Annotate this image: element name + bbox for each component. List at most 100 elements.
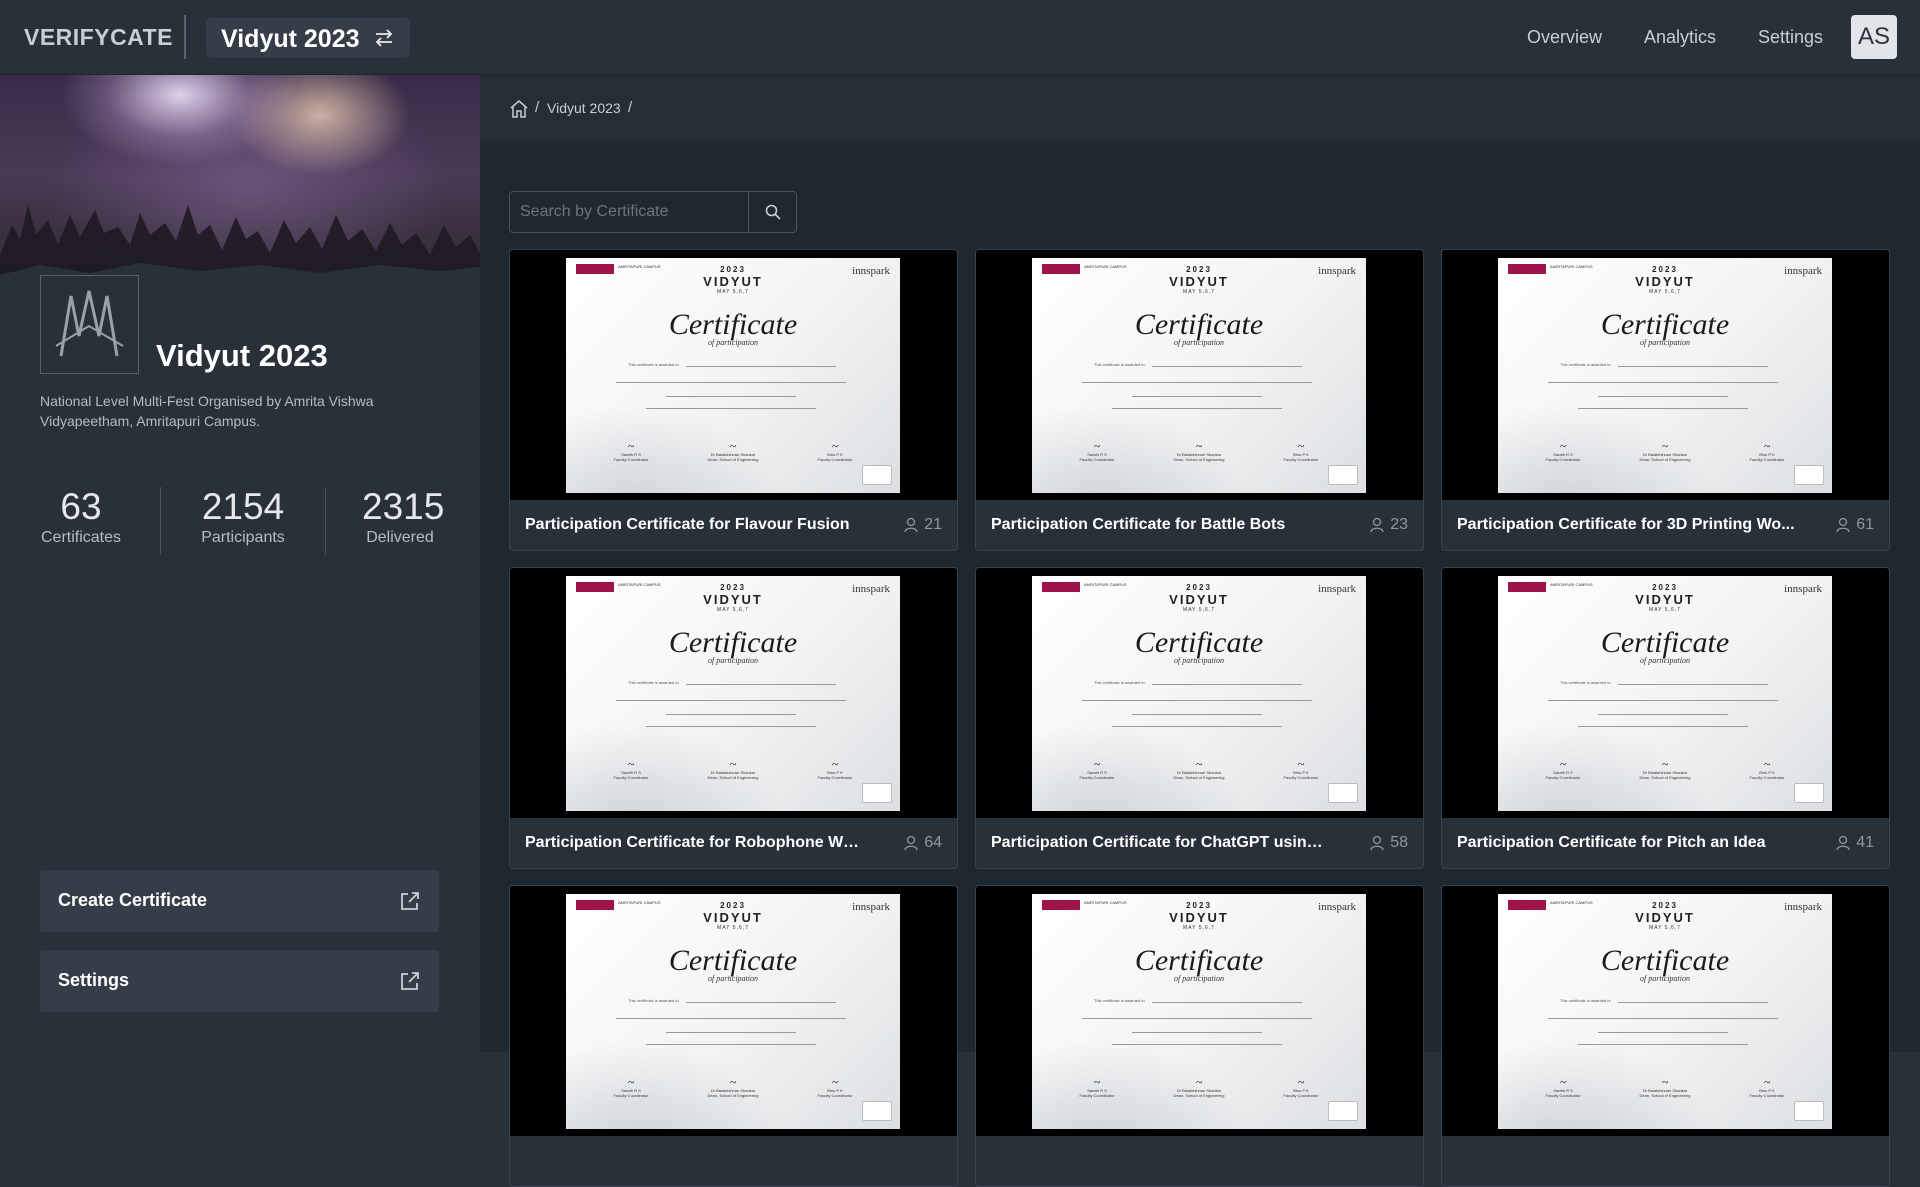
signatory-role: Faculty Coordinator xyxy=(1545,1093,1581,1098)
certificate-thumbnail: AMRITAPURI CAMPUS innspark 2023 VIDYUT M… xyxy=(976,568,1423,818)
event-sidebar: Vidyut 2023 National Level Multi-Fest Or… xyxy=(0,75,480,1052)
certificate-title: Participation Certificate for 3D Printin… xyxy=(1457,516,1795,533)
signatory-role: Dean, School of Engineering xyxy=(1639,457,1691,462)
external-link-icon xyxy=(401,972,419,990)
certificate-card[interactable]: AMRITAPURI CAMPUS innspark 2023 VIDYUT M… xyxy=(975,885,1424,1187)
stat-value: 2154 xyxy=(201,486,285,527)
certificate-subheading: of participation xyxy=(1174,338,1224,347)
certificate-thumbnail: AMRITAPURI CAMPUS innspark 2023 VIDYUT M… xyxy=(976,250,1423,500)
certificate-subheading: of participation xyxy=(1640,974,1690,983)
event-logo xyxy=(40,275,139,374)
certificate-title: Participation Certificate for ChatGPT us… xyxy=(991,834,1331,851)
signatory-role: Faculty Coordinator xyxy=(613,775,649,780)
participant-count: 21 xyxy=(904,516,942,534)
home-icon[interactable] xyxy=(509,99,529,119)
participant-count: 61 xyxy=(1836,516,1874,534)
signature: ~ Dr Balakrishnan Shankar Dean, School o… xyxy=(703,758,763,780)
signatory-role: Faculty Coordinator xyxy=(1545,775,1581,780)
signature: ~ Dr Balakrishnan Shankar Dean, School o… xyxy=(1169,758,1229,780)
signatory-role: Faculty Coordinator xyxy=(1749,457,1785,462)
certificate-card[interactable]: AMRITAPURI CAMPUS innspark 2023 VIDYUT M… xyxy=(509,567,958,869)
signature: ~ Sarath R S Faculty Coordinator xyxy=(1067,758,1127,780)
certificate-preview: AMRITAPURI CAMPUS innspark 2023 VIDYUT M… xyxy=(566,576,900,811)
brand-logo[interactable]: VERIFYCATE xyxy=(24,24,173,51)
certificate-card[interactable]: AMRITAPURI CAMPUS innspark 2023 VIDYUT M… xyxy=(975,249,1424,551)
certificate-dates: MAY 5,6,7 xyxy=(1183,607,1215,613)
stat-delivered: 2315 Delivered xyxy=(362,487,444,547)
name-line xyxy=(1152,366,1302,367)
certificate-heading: Certificate xyxy=(1600,626,1730,659)
certificate-heading: Certificate xyxy=(1134,944,1264,977)
nav-analytics[interactable]: Analytics xyxy=(1644,27,1716,48)
create-certificate-button[interactable]: Create Certificate xyxy=(40,870,439,932)
user-icon xyxy=(1836,835,1850,851)
text-line xyxy=(666,1032,796,1033)
signature: ~ Binu P K Faculty Coordinator xyxy=(805,1076,865,1098)
signatory-role: Dean, School of Engineering xyxy=(707,457,759,462)
certificate-subheading: of participation xyxy=(1640,656,1690,665)
certificate-title: Participation Certificate for Flavour Fu… xyxy=(525,516,850,533)
awarded-text: This certificate is awarded to xyxy=(1094,680,1145,685)
signatory-role: Faculty Coordinator xyxy=(1079,775,1115,780)
certificate-year: 2023 xyxy=(1186,583,1212,592)
nav-settings[interactable]: Settings xyxy=(1758,27,1823,48)
text-line xyxy=(1548,700,1778,701)
certificate-card[interactable]: AMRITAPURI CAMPUS innspark 2023 VIDYUT M… xyxy=(509,249,958,551)
certificate-dates: MAY 5,6,7 xyxy=(1649,925,1681,931)
certificate-event: VIDYUT xyxy=(1169,274,1229,289)
create-certificate-label: Create Certificate xyxy=(58,890,208,910)
signature: ~ Dr Balakrishnan Shankar Dean, School o… xyxy=(1169,1076,1229,1098)
user-icon xyxy=(1370,517,1384,533)
main-content: / Vidyut 2023 / AMRITAPURI CAMPUS innspa… xyxy=(480,75,1920,1187)
text-line xyxy=(1548,1018,1778,1019)
certificate-card[interactable]: AMRITAPURI CAMPUS innspark 2023 VIDYUT M… xyxy=(1441,567,1890,869)
certificate-event: VIDYUT xyxy=(703,274,763,289)
name-line xyxy=(1618,684,1768,685)
certificate-heading: Certificate xyxy=(668,308,798,341)
signatory-role: Dean, School of Engineering xyxy=(1639,1093,1691,1098)
certificate-preview: AMRITAPURI CAMPUS innspark 2023 VIDYUT M… xyxy=(1498,258,1832,493)
event-cover-image xyxy=(0,75,480,300)
certificate-event: VIDYUT xyxy=(1635,274,1695,289)
breadcrumb-separator: / xyxy=(535,99,540,116)
certificate-year: 2023 xyxy=(1186,901,1212,910)
search-button[interactable] xyxy=(748,192,797,232)
awarded-text: This certificate is awarded to xyxy=(628,680,679,685)
certificate-year: 2023 xyxy=(720,265,746,274)
signatory-role: Faculty Coordinator xyxy=(613,1093,649,1098)
search-input[interactable] xyxy=(510,192,748,232)
certificate-preview: AMRITAPURI CAMPUS innspark 2023 VIDYUT M… xyxy=(566,258,900,493)
certificate-card[interactable]: AMRITAPURI CAMPUS innspark 2023 VIDYUT M… xyxy=(975,567,1424,869)
text-line xyxy=(646,726,816,727)
text-line xyxy=(646,1044,816,1045)
certificate-subheading: of participation xyxy=(1174,974,1224,983)
certificate-thumbnail: AMRITAPURI CAMPUS innspark 2023 VIDYUT M… xyxy=(976,886,1423,1136)
certificate-card[interactable]: AMRITAPURI CAMPUS innspark 2023 VIDYUT M… xyxy=(1441,249,1890,551)
breadcrumb: / Vidyut 2023 / xyxy=(480,75,1920,143)
certificate-thumbnail: AMRITAPURI CAMPUS innspark 2023 VIDYUT M… xyxy=(1442,250,1889,500)
certificate-event: VIDYUT xyxy=(703,910,763,925)
event-switcher[interactable]: Vidyut 2023 xyxy=(206,18,410,58)
certificate-card[interactable]: AMRITAPURI CAMPUS innspark 2023 VIDYUT M… xyxy=(1441,885,1890,1187)
nav-overview[interactable]: Overview xyxy=(1527,27,1602,48)
certificate-dates: MAY 5,6,7 xyxy=(1649,607,1681,613)
certificate-heading: Certificate xyxy=(668,944,798,977)
text-line xyxy=(1132,714,1262,715)
certificate-card[interactable]: AMRITAPURI CAMPUS innspark 2023 VIDYUT M… xyxy=(509,885,958,1187)
signature: ~ Sarath R S Faculty Coordinator xyxy=(601,440,661,462)
text-line xyxy=(1082,1018,1312,1019)
text-line xyxy=(1578,726,1748,727)
awarded-text: This certificate is awarded to xyxy=(1560,362,1611,367)
certificate-preview: AMRITAPURI CAMPUS innspark 2023 VIDYUT M… xyxy=(1032,258,1366,493)
badge-logo xyxy=(1794,1101,1824,1121)
name-line xyxy=(1152,1002,1302,1003)
signature: ~ Dr Balakrishnan Shankar Dean, School o… xyxy=(1635,440,1695,462)
awarded-text: This certificate is awarded to xyxy=(628,362,679,367)
badge-logo xyxy=(862,783,892,803)
settings-button[interactable]: Settings xyxy=(40,950,439,1012)
certificate-year: 2023 xyxy=(1652,901,1678,910)
name-line xyxy=(1152,684,1302,685)
certificate-heading: Certificate xyxy=(668,626,798,659)
user-avatar[interactable]: AS xyxy=(1851,15,1897,59)
breadcrumb-item-event[interactable]: Vidyut 2023 xyxy=(547,100,621,116)
